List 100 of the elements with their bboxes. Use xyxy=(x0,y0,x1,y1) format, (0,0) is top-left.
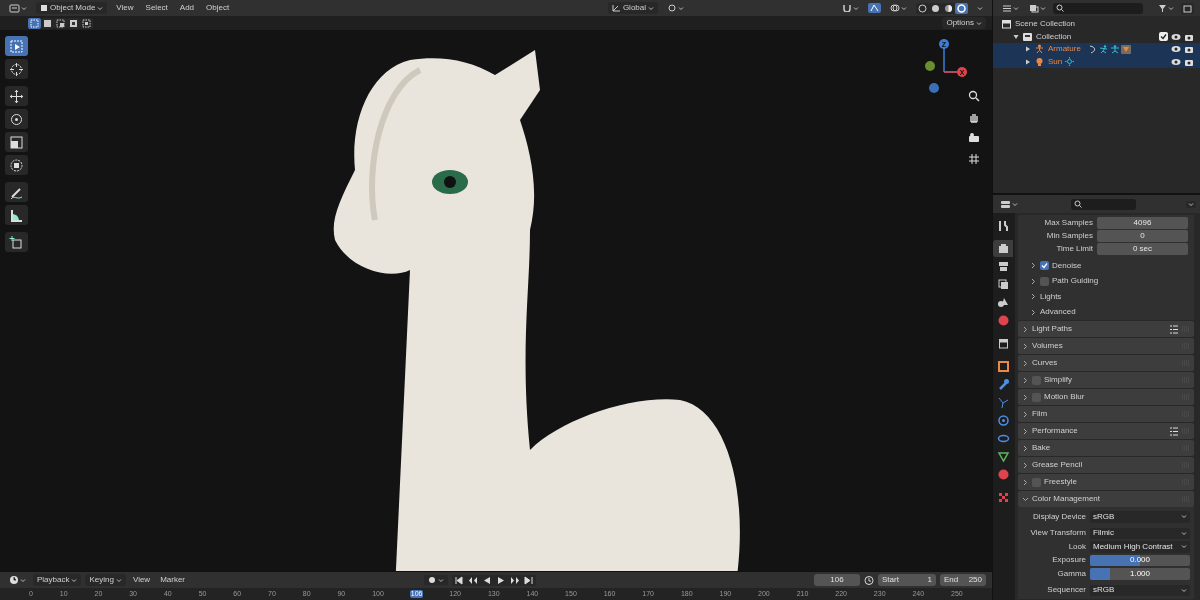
playback-button[interactable] xyxy=(480,574,494,586)
options-dropdown[interactable]: Options xyxy=(942,17,986,29)
properties-tab[interactable] xyxy=(993,240,1013,257)
prev-key-icon xyxy=(468,575,478,585)
subpanel-header[interactable]: Denoise xyxy=(1018,258,1194,274)
eye-icon[interactable] xyxy=(1171,32,1181,41)
tool-button[interactable] xyxy=(5,205,28,225)
tool-button[interactable] xyxy=(5,36,28,56)
panel-header[interactable]: Bake xyxy=(1018,440,1194,456)
number-field[interactable]: 0 xyxy=(1097,230,1188,242)
presets-list-icon[interactable] xyxy=(1169,324,1179,334)
camera-icon[interactable] xyxy=(1184,32,1194,41)
menu-item[interactable]: Object xyxy=(203,3,233,13)
grid-icon xyxy=(968,153,980,165)
selection-mode-button[interactable] xyxy=(28,17,41,29)
dropdown-field[interactable]: sRGB xyxy=(1090,584,1190,596)
dropdown-field[interactable]: Filmic xyxy=(1090,527,1190,539)
tool-button[interactable] xyxy=(5,182,28,202)
viewport-nav-button[interactable] xyxy=(966,151,982,167)
selection-mode-button[interactable] xyxy=(67,17,80,29)
new-collection-button[interactable] xyxy=(1181,2,1194,14)
slider-field[interactable]: 0.000 xyxy=(1090,554,1190,566)
mode-dropdown[interactable]: Object Mode xyxy=(36,2,108,14)
menu-item[interactable]: Select xyxy=(142,3,171,13)
subpanel-header[interactable]: Lights xyxy=(1018,289,1194,305)
panel-header[interactable]: Grease Pencil xyxy=(1018,457,1194,473)
selection-mode-button[interactable] xyxy=(54,17,67,29)
checkbox[interactable] xyxy=(1040,261,1049,271)
shading-mode-button[interactable] xyxy=(942,2,955,14)
tool-button[interactable] xyxy=(5,155,28,175)
caret-icon xyxy=(678,5,684,11)
playback-button[interactable] xyxy=(494,574,508,586)
panel-header[interactable]: Light Paths xyxy=(1018,321,1194,337)
search-field[interactable] xyxy=(1053,2,1143,14)
checkbox[interactable] xyxy=(1040,276,1049,286)
pose-figure-icon xyxy=(1098,44,1108,54)
orientation-dropdown[interactable]: Global xyxy=(607,2,658,14)
start-frame-field[interactable]: Start 1 xyxy=(878,574,936,586)
selection-mode-button[interactable] xyxy=(80,17,93,29)
tool-button[interactable] xyxy=(5,232,28,252)
shading-mode-button[interactable] xyxy=(929,2,942,14)
menu-item[interactable]: View xyxy=(129,575,154,585)
panel-header[interactable]: Curves xyxy=(1018,355,1194,371)
sun-icon xyxy=(1065,57,1075,67)
camera-icon[interactable] xyxy=(1184,45,1194,54)
menu-item[interactable]: Keying xyxy=(85,574,126,586)
playback-button[interactable] xyxy=(466,574,480,586)
next-key-icon xyxy=(510,575,520,585)
tool-button[interactable] xyxy=(5,59,28,79)
panel-header[interactable]: Performance xyxy=(1018,423,1194,439)
slider-field[interactable]: 1.000 xyxy=(1090,568,1190,580)
playback-button[interactable] xyxy=(508,574,522,586)
clock-icon xyxy=(9,575,19,585)
transform-icon xyxy=(9,157,24,173)
panel-header[interactable]: Color Management xyxy=(1018,491,1194,507)
tool-button[interactable] xyxy=(5,109,28,129)
menu-item[interactable]: View xyxy=(113,3,137,13)
panel-title: Performance xyxy=(1032,426,1078,436)
selection-mode-button[interactable] xyxy=(41,17,54,29)
panel-header[interactable]: Simplify xyxy=(1018,372,1194,388)
end-frame-field[interactable]: End 250 xyxy=(940,574,986,586)
dropdown-field[interactable]: Medium High Contrast xyxy=(1090,541,1190,553)
menu-item[interactable]: Playback xyxy=(33,574,82,586)
number-field[interactable]: 0 sec xyxy=(1097,243,1188,255)
panel-header[interactable]: Film xyxy=(1018,406,1194,422)
view-circle-icon[interactable] xyxy=(928,82,940,94)
outliner-row[interactable]: Scene Collection xyxy=(993,18,1200,31)
search-field[interactable] xyxy=(1071,198,1136,210)
caret-icon xyxy=(20,577,26,583)
orbit-icon xyxy=(996,414,1010,427)
number-field[interactable]: 4096 xyxy=(1097,217,1188,229)
menu-item[interactable]: Marker xyxy=(157,575,189,585)
options-dropdown[interactable] xyxy=(1186,200,1196,208)
dropdown-field[interactable]: sRGB xyxy=(1090,511,1190,523)
eye-icon[interactable] xyxy=(1171,45,1181,54)
selection-box-icon xyxy=(82,18,91,28)
playback-button[interactable] xyxy=(452,574,466,586)
outliner-row[interactable]: Armature xyxy=(993,43,1200,56)
outliner-row[interactable]: Collection xyxy=(993,30,1200,43)
presets-list-icon[interactable] xyxy=(1169,426,1179,436)
list-icon xyxy=(1002,3,1012,13)
eye-icon[interactable] xyxy=(1171,57,1181,66)
current-frame-field[interactable]: 106 xyxy=(814,574,860,586)
viewport-nav-button[interactable] xyxy=(966,88,982,104)
panel-header[interactable]: Motion Blur xyxy=(1018,389,1194,405)
menu-item[interactable]: Add xyxy=(176,3,198,13)
stopwatch-icon[interactable] xyxy=(864,575,874,585)
shading-mode-button[interactable] xyxy=(955,2,968,14)
snap-toggle[interactable] xyxy=(868,3,881,13)
panel-header[interactable]: Freestyle xyxy=(1018,474,1194,490)
panel-header[interactable]: Volumes xyxy=(1018,338,1194,354)
playback-button[interactable] xyxy=(522,574,536,586)
auto-key-button[interactable] xyxy=(424,575,448,585)
tool-button[interactable] xyxy=(5,86,28,106)
expand-triangle-icon[interactable] xyxy=(1013,33,1019,40)
item-name: Sun xyxy=(1048,56,1063,67)
camera-icon[interactable] xyxy=(1184,57,1194,66)
shading-mode-button[interactable] xyxy=(916,2,929,14)
tool-button[interactable] xyxy=(5,132,28,152)
checkbox[interactable] xyxy=(1159,32,1168,42)
